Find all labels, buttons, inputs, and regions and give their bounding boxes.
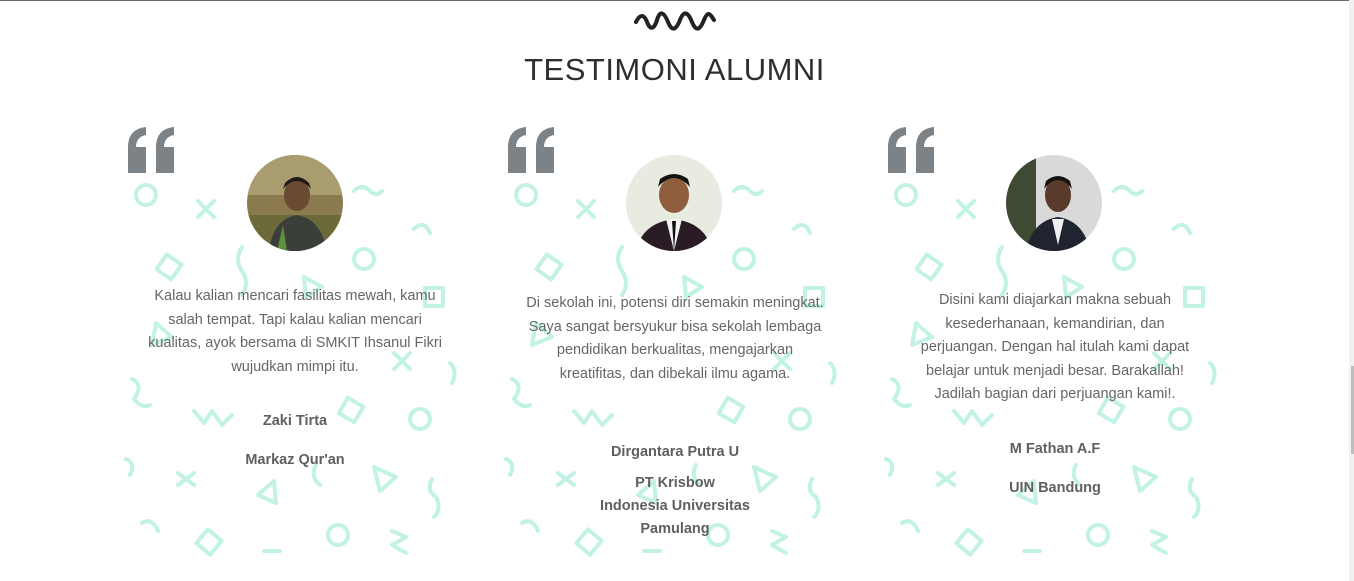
avatar: [1006, 155, 1102, 251]
alumni-institution: PT Krisbow Indonesia Universitas Pamulan…: [600, 475, 750, 537]
quote-icon: [888, 127, 934, 173]
testimonial-card: Di sekolah ini, potensi diri semakin men…: [504, 125, 846, 560]
avatar: [247, 155, 343, 251]
testimonial-text: Kalau kalian mencari fasilitas mewah, ka…: [148, 288, 442, 375]
quote-icon: [128, 127, 174, 173]
top-border: [0, 0, 1354, 1]
alumni-institution: UIN Bandung: [1009, 480, 1101, 496]
alumni-name: Dirgantara Putra U: [610, 444, 740, 460]
alumni-name: Zaki Tirta: [262, 413, 328, 429]
squiggle-divider-icon: [634, 11, 716, 31]
scrollbar-track[interactable]: [1349, 0, 1354, 581]
testimonial-text: Di sekolah ini, potensi diri semakin men…: [526, 295, 824, 382]
alumni-institution: Markaz Qur'an: [245, 452, 345, 468]
testimonial-text: Disini kami diajarkan makna sebuah kesed…: [920, 292, 1190, 402]
testimonial-card: Kalau kalian mencari fasilitas mewah, ka…: [124, 125, 466, 560]
testimonial-card: Disini kami diajarkan makna sebuah kesed…: [884, 125, 1226, 560]
section-title: TESTIMONI ALUMNI: [524, 52, 825, 87]
alumni-name: M Fathan A.F: [1009, 441, 1101, 457]
quote-icon: [508, 127, 554, 173]
avatar: [626, 155, 722, 251]
